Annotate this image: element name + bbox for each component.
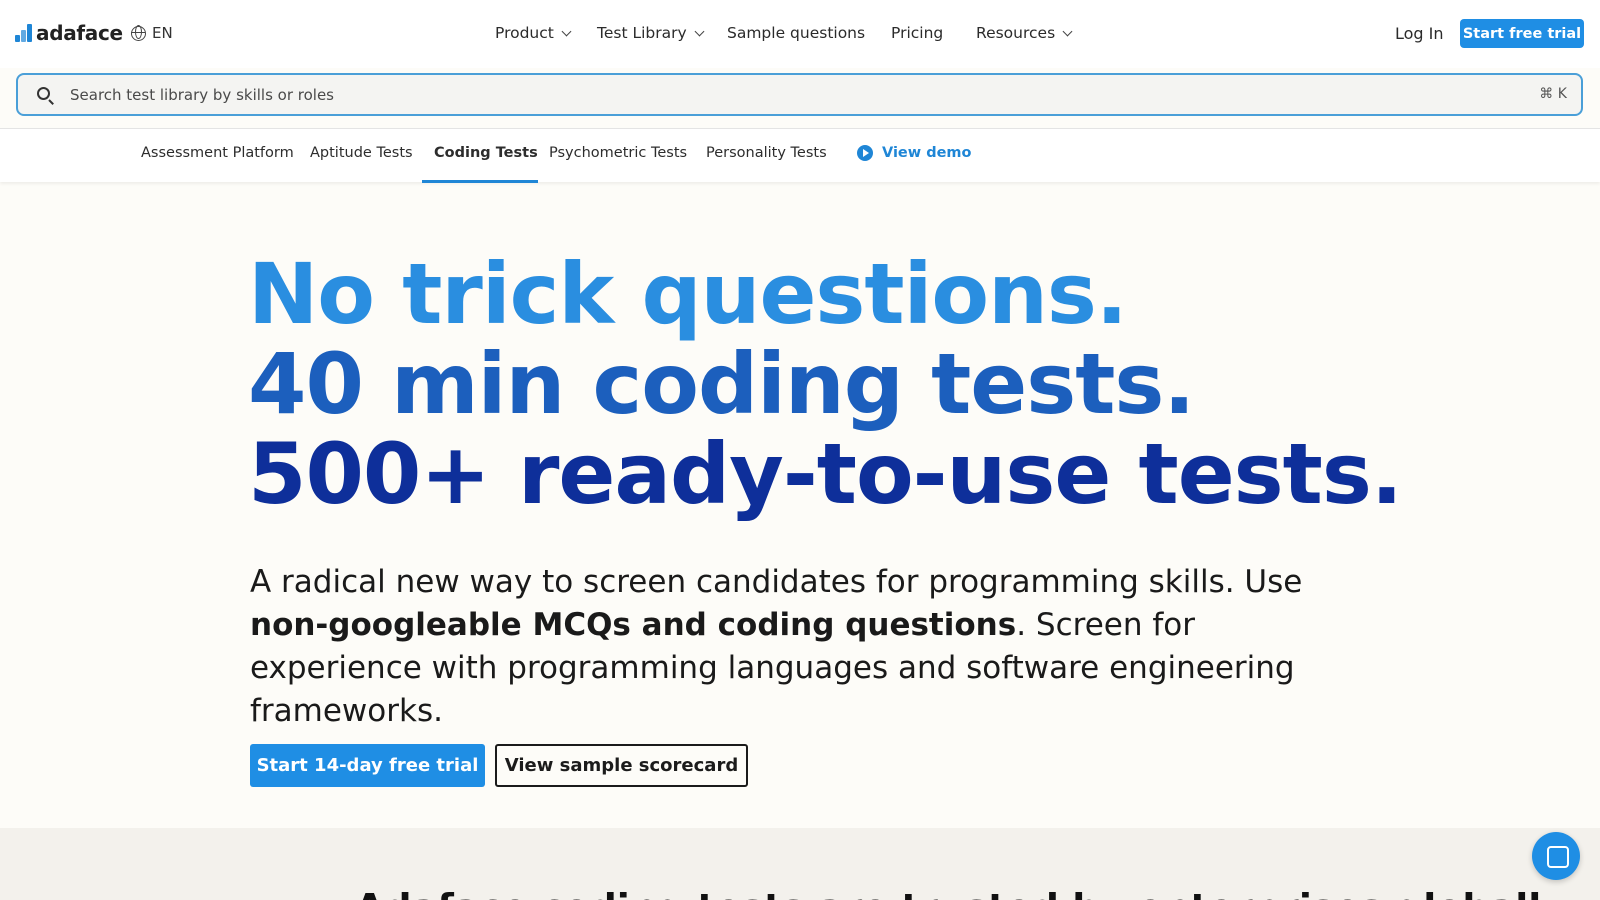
nav-sample-questions-label: Sample questions [727,24,866,42]
keyboard-shortcut: ⌘ K [1539,86,1567,102]
tab-coding-tests[interactable]: Coding Tests [434,145,538,161]
hero-description: A radical new way to screen candidates f… [250,561,1310,733]
tab-psychometric-tests[interactable]: Psychometric Tests [549,145,687,161]
view-sample-scorecard-button[interactable]: View sample scorecard [495,744,748,787]
login-link[interactable]: Log In [1395,24,1444,43]
nav-resources[interactable]: Resources [976,24,1073,42]
chevron-down-icon [694,26,705,36]
search-bar[interactable]: Search test library by skills or roles ⌘… [16,73,1583,116]
trusted-by-heading: Adaface coding tests are trusted by ente… [355,886,1566,900]
globe-icon [131,25,146,41]
hero-desc-bold: non-googleable MCQs and coding questions [250,607,1017,643]
hero-headline-1: No trick questions. [248,245,1128,343]
start-free-trial-button[interactable]: Start free trial [1460,19,1584,48]
view-demo-label: View demo [882,145,972,161]
nav-product-label: Product [495,24,554,42]
nav-test-library-label: Test Library [597,24,687,42]
search-icon [37,87,50,100]
chevron-down-icon [1062,26,1073,36]
nav-product[interactable]: Product [495,24,572,42]
nav-sample-questions[interactable]: Sample questions [727,24,865,42]
search-input[interactable]: Search test library by skills or roles [70,86,334,104]
language-label: EN [152,24,173,42]
hero-headline-3: 500+ ready-to-use tests. [248,425,1403,523]
start-14-day-trial-button[interactable]: Start 14-day free trial [250,744,485,787]
nav-pricing[interactable]: Pricing [891,24,943,42]
chat-icon[interactable] [1532,832,1580,880]
active-tab-indicator [422,180,538,183]
logo-icon [15,24,32,42]
hero-headline-2: 40 min coding tests. [248,335,1195,433]
nav-resources-label: Resources [976,24,1056,42]
tab-personality-tests[interactable]: Personality Tests [706,145,827,161]
chevron-down-icon [561,26,572,36]
top-navbar: adaface EN Product Test Library Sample q… [0,0,1600,68]
language-selector[interactable]: EN [131,24,173,42]
nav-test-library[interactable]: Test Library [597,24,705,42]
nav-pricing-label: Pricing [891,24,944,42]
hero-desc-text: A radical new way to screen candidates f… [250,564,1303,600]
brand-name: adaface [36,21,123,45]
view-demo-link[interactable]: View demo [857,145,972,161]
trusted-by-section: Adaface coding tests are trusted by ente… [0,828,1600,900]
tab-assessment-platform[interactable]: Assessment Platform [141,145,294,161]
tab-aptitude-tests[interactable]: Aptitude Tests [310,145,413,161]
brand-logo[interactable]: adaface [15,21,123,45]
play-icon [857,145,873,161]
sub-navbar: Assessment Platform Aptitude Tests Codin… [0,128,1600,183]
